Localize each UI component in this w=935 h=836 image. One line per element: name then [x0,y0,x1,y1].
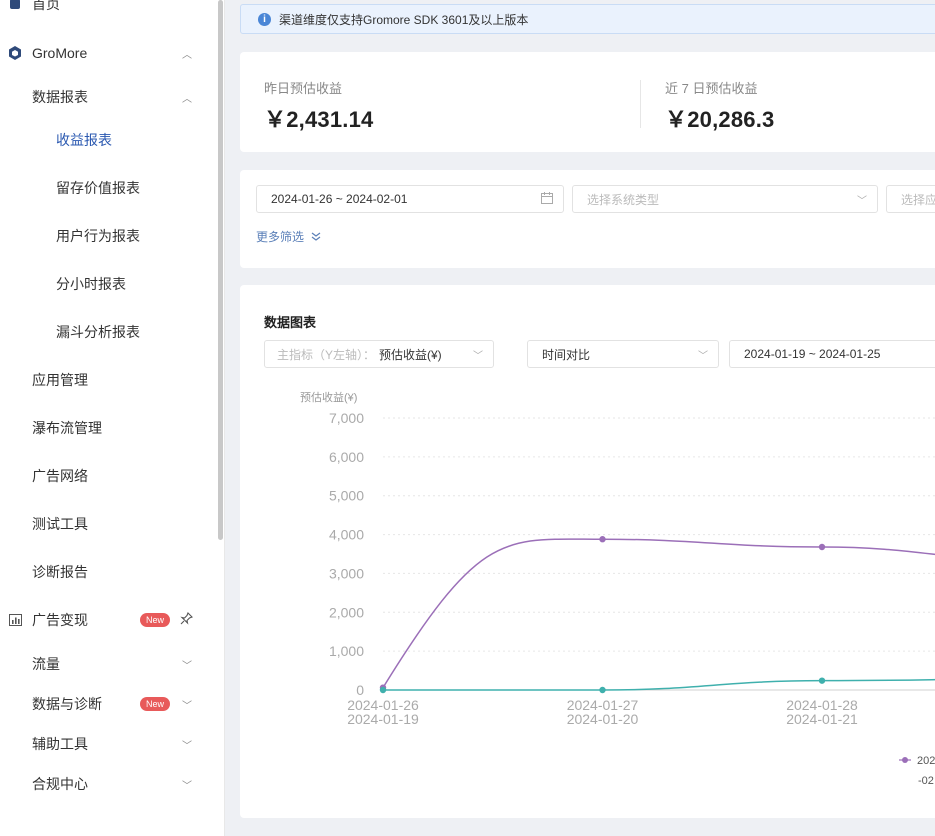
y-tick-label: 1,000 [329,643,364,659]
data-point [818,677,826,684]
chevron-down-icon: ﹀ [182,660,192,672]
bar-chart-icon [8,613,22,627]
system-type-placeholder: 选择系统类型 [587,192,660,207]
data-point [818,543,826,551]
sidebar: 首页 GroMore ︿ 数据报表 ︿ 收益报表 留存价值报表 用户行为报表 分… [0,0,225,836]
date-range-picker[interactable]: 2024-01-26 ~ 2024-02-01 [256,185,564,213]
sidebar-item-behavior-report[interactable]: 用户行为报表 [0,220,218,252]
system-type-select[interactable]: 选择系统类型 ﹀ [572,185,878,213]
divider [640,80,641,128]
legend-label-2[interactable]: -02 [918,775,934,787]
app-select[interactable]: 选择应 [886,185,935,213]
yesterday-revenue-value: ￥2,431.14 [264,107,374,132]
chevron-up-icon: ︿ [182,49,192,61]
chevron-down-icon: ﹀ [182,740,192,752]
sidebar-item-ad-monetize[interactable]: 广告变现 New [0,604,218,636]
y-tick-label: 7,000 [329,410,364,426]
x-tick-label-compare: 2024-01-21 [786,711,858,727]
week-revenue-label: 近 7 日预估收益 [665,81,758,96]
y-tick-label: 6,000 [329,449,364,465]
sidebar-item-revenue-report[interactable]: 收益报表 [0,124,218,156]
chevron-down-icon: ﹀ [857,195,867,207]
sidebar-item-label: 瀑布流管理 [32,420,102,436]
data-point [599,536,606,543]
notice-text: 渠道维度仅支持Gromore SDK 3601及以上版本 [279,12,529,27]
yesterday-revenue-label: 昨日预估收益 [264,81,343,96]
sidebar-scrollbar[interactable] [218,0,223,540]
week-revenue-value: ￥20,286.3 [665,107,775,132]
sidebar-item-diagnosis-report[interactable]: 诊断报告 [0,556,218,588]
sidebar-item-tools[interactable]: 辅助工具 ﹀ [0,728,218,760]
new-badge: New [140,613,171,627]
sidebar-item-label: 首页 [32,0,60,12]
sidebar-item-hourly-report[interactable]: 分小时报表 [0,268,218,300]
x-tick-label-compare: 2024-01-19 [347,711,419,727]
sidebar-item-label: 合规中心 [32,776,88,792]
sidebar-item-label: 流量 [32,656,60,672]
sidebar-item-label: 诊断报告 [32,564,88,580]
sidebar-item-waterfall[interactable]: 瀑布流管理 [0,412,218,444]
sidebar-item-test-tools[interactable]: 测试工具 [0,508,218,540]
info-icon: i [258,12,271,26]
gromore-icon [8,46,22,60]
pin-icon[interactable] [180,612,193,628]
legend-label-1[interactable]: 202 [917,755,935,767]
y-axis-label: 预估收益(¥) [300,390,357,404]
stats-card: 昨日预估收益 ￥2,431.14 近 7 日预估收益 ￥20,286.3 [240,52,935,152]
sidebar-item-label: 分小时报表 [56,276,126,292]
series-line-1 [382,538,935,689]
y-tick-label: 3,000 [329,565,364,581]
series-line-2 [383,678,935,691]
more-filters-label: 更多筛选 [256,230,305,244]
notice-bar: i 渠道维度仅支持Gromore SDK 3601及以上版本 [240,4,935,34]
sidebar-item-label: 收益报表 [56,132,112,148]
sidebar-item-ad-network[interactable]: 广告网络 [0,460,218,492]
sidebar-item-label: 数据报表 [32,89,88,105]
double-chevron-down-icon [311,230,321,244]
home-icon [8,0,22,11]
y-tick-label: 0 [356,682,364,698]
sidebar-item-label: 应用管理 [32,372,88,388]
filter-card: 2024-01-26 ~ 2024-02-01 选择系统类型 ﹀ 选择应 更多筛… [240,170,935,268]
calendar-icon [541,191,553,207]
sidebar-item-traffic[interactable]: 流量 ﹀ [0,648,218,680]
y-tick-label: 4,000 [329,527,364,543]
sidebar-item-gromore[interactable]: GroMore ︿ [0,37,218,69]
data-point [599,686,606,694]
chevron-down-icon: ﹀ [182,700,192,712]
chevron-down-icon: ﹀ [182,780,192,792]
sidebar-item-data-diagnosis[interactable]: 数据与诊断 New ﹀ [0,688,218,720]
new-badge: New [140,697,171,711]
sidebar-item-funnel-report[interactable]: 漏斗分析报表 [0,316,218,348]
date-range-value: 2024-01-26 ~ 2024-02-01 [271,192,408,206]
app-placeholder: 选择应 [901,192,935,207]
sidebar-item-label: 数据与诊断 [32,696,102,712]
sidebar-item-compliance[interactable]: 合规中心 ﹀ [0,768,218,800]
sidebar-item-data-reports[interactable]: 数据报表 ︿ [0,81,218,113]
sidebar-item-app-management[interactable]: 应用管理 [0,364,218,396]
x-tick-label-compare: 2024-01-20 [567,711,639,727]
sidebar-item-label: 广告网络 [32,468,88,484]
sidebar-item-label: 测试工具 [32,516,88,532]
more-filters-link[interactable]: 更多筛选 [256,228,321,245]
sidebar-item-label: 漏斗分析报表 [56,324,140,340]
sidebar-item-retention-report[interactable]: 留存价值报表 [0,172,218,204]
sidebar-item-label: 用户行为报表 [56,228,140,244]
sidebar-item-home[interactable]: 首页 [0,0,218,20]
chart-card: 数据图表 主指标（Y左轴）： 预估收益(¥) ﹀ 时间对比 ﹀ 2024-01-… [240,285,935,818]
sidebar-item-label: 广告变现 [32,612,88,628]
sidebar-item-label: 留存价值报表 [56,180,140,196]
y-tick-label: 2,000 [329,604,364,620]
sidebar-item-label: GroMore [32,45,88,61]
data-point [379,686,387,694]
sidebar-item-label: 辅助工具 [32,736,88,752]
revenue-line-chart: 预估收益(¥) 0 1,000 2,000 3,000 4,000 5,000 6,000 7… [300,390,935,787]
chevron-up-icon: ︿ [182,93,192,105]
y-tick-label: 5,000 [329,488,364,504]
